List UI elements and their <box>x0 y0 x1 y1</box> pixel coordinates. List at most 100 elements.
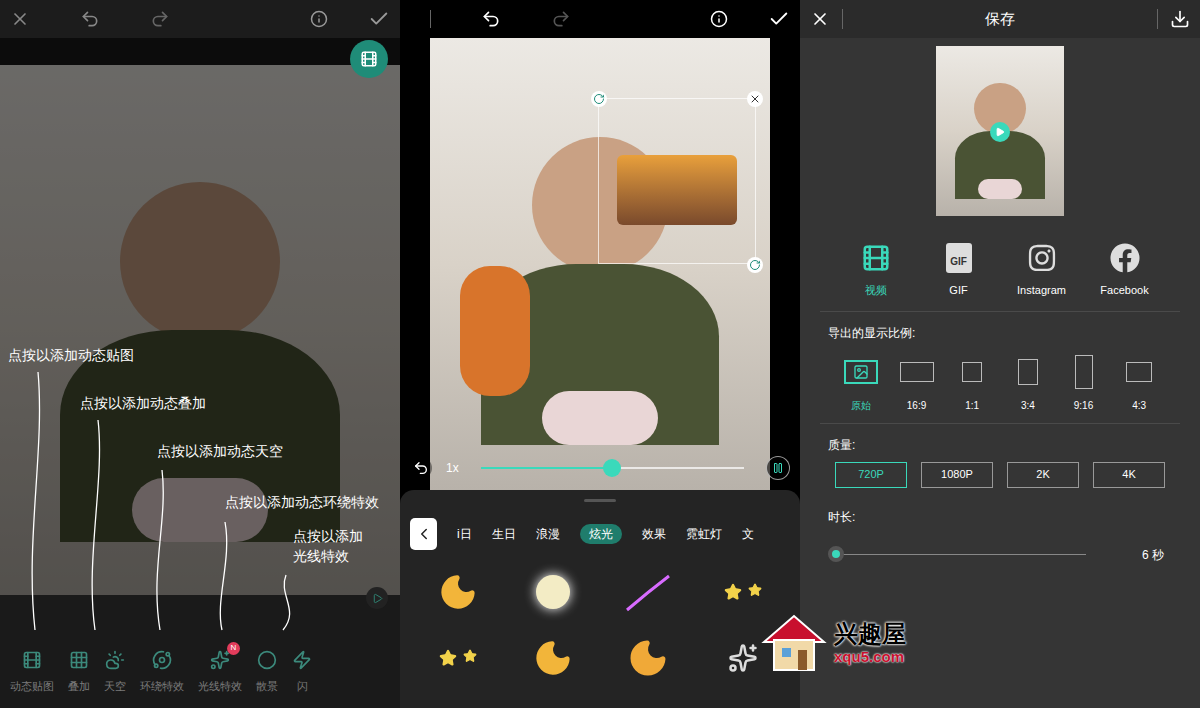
ratio-icon <box>962 362 982 382</box>
close-icon[interactable] <box>810 9 830 29</box>
sticker-item[interactable] <box>505 630 600 686</box>
sticker-item[interactable] <box>600 630 695 686</box>
ratio-option[interactable]: 3:4 <box>1000 354 1056 413</box>
hint-text: 点按以添加动态天空 <box>157 441 283 461</box>
tool-item[interactable]: 光线特效N <box>198 650 242 695</box>
ratio-icon <box>1075 355 1093 389</box>
ratio-option[interactable]: 1:1 <box>944 354 1000 413</box>
format-options: 视频GIFGIFInstagramFacebook <box>800 242 1200 299</box>
watermark: 兴趣屋xqu5.com <box>760 612 906 674</box>
image-icon <box>853 364 869 380</box>
play-icon <box>995 127 1005 137</box>
undo-icon[interactable] <box>481 9 501 29</box>
redo-icon[interactable] <box>150 9 170 29</box>
tool-icon <box>105 650 125 670</box>
edit-screen: 动态贴图叠加天空环绕特效光线特效N 散景闪 点按以添加动态贴图点按以添加动态叠加点按… <box>0 0 400 708</box>
format-option[interactable]: Facebook <box>1083 242 1166 299</box>
save-screen: 保存视频GIFGIFInstagramFacebook导出的显示比例:原始16:… <box>800 0 1200 708</box>
category-tab[interactable]: 霓虹灯 <box>686 525 722 543</box>
preview-button[interactable] <box>350 40 388 78</box>
title: 保存 <box>985 8 1015 31</box>
close-icon[interactable] <box>10 9 30 29</box>
tool-icon <box>292 650 312 670</box>
format-option[interactable]: Instagram <box>1000 242 1083 299</box>
category-tab[interactable]: 效果 <box>642 525 666 543</box>
sticker-item[interactable] <box>600 564 695 620</box>
tool-bar: 动态贴图叠加天空环绕特效光线特效N 散景闪 <box>0 595 400 708</box>
turkey-sticker[interactable] <box>460 266 530 396</box>
rewind-icon[interactable] <box>410 457 432 479</box>
category-tab[interactable]: 文 <box>742 525 754 543</box>
ratio-option[interactable]: 4:3 <box>1111 354 1167 413</box>
tool-icon <box>152 650 172 670</box>
sticker-item[interactable] <box>410 630 505 686</box>
category-tab[interactable]: 炫光 <box>580 524 622 544</box>
ratio-option[interactable]: 16:9 <box>889 354 945 413</box>
top-bar <box>0 0 400 38</box>
undo-icon[interactable] <box>80 9 100 29</box>
hint-text: 点按以添加动态叠加 <box>80 393 206 413</box>
gif-icon: GIF <box>946 243 972 273</box>
format-option[interactable]: 视频 <box>834 242 917 299</box>
star-icon <box>724 583 742 601</box>
hint-text: 点按以添加光线特效 <box>293 526 363 566</box>
video-icon <box>360 50 378 68</box>
sticker-item[interactable] <box>695 564 790 620</box>
quality-option[interactable]: 720P <box>835 462 907 488</box>
hint-text: 点按以添加动态环绕特效 <box>225 492 379 512</box>
tool-item[interactable]: 天空 <box>104 650 126 695</box>
quality-option[interactable]: 2K <box>1007 462 1079 488</box>
apply-icon[interactable] <box>768 8 790 30</box>
tool-item[interactable]: 闪 <box>292 650 312 695</box>
tool-item[interactable]: 叠加 <box>68 650 90 695</box>
pause-icon <box>772 462 784 474</box>
tool-item[interactable]: 散景 <box>256 650 278 695</box>
facebook-icon <box>1110 243 1140 273</box>
tool-icon <box>210 650 230 670</box>
sparkle-icon <box>728 643 758 673</box>
scale-icon[interactable] <box>747 257 763 273</box>
tool-icon <box>69 650 89 670</box>
header: 保存 <box>800 0 1200 38</box>
rotate-icon[interactable] <box>591 91 607 107</box>
sticker-item[interactable] <box>505 564 600 620</box>
tool-item[interactable]: 环绕特效 <box>140 650 184 695</box>
ratio-icon <box>1126 362 1152 382</box>
moon-icon <box>438 572 478 612</box>
download-icon[interactable] <box>1170 9 1190 29</box>
selected-sticker[interactable] <box>598 98 756 264</box>
ratio-icon <box>1018 359 1038 385</box>
tool-icon <box>22 650 42 670</box>
duration-value: 6 秒 <box>1142 546 1164 564</box>
category-tab[interactable]: 生日 <box>492 525 516 543</box>
tool-item[interactable]: 动态贴图 <box>10 650 54 695</box>
star-icon <box>748 583 762 597</box>
playback-slider[interactable] <box>481 467 744 469</box>
apply-icon[interactable] <box>368 8 390 30</box>
quality-option[interactable]: 4K <box>1093 462 1165 488</box>
ratio-option[interactable]: 9:16 <box>1056 354 1112 413</box>
ratio-option[interactable]: 原始 <box>833 354 889 413</box>
format-option[interactable]: GIFGIF <box>917 242 1000 299</box>
info-icon[interactable] <box>710 10 728 28</box>
duration-slider[interactable] <box>836 554 1086 555</box>
quality-option[interactable]: 1080P <box>921 462 993 488</box>
shooting-star-icon <box>623 572 673 612</box>
photo <box>0 65 400 595</box>
video-icon <box>861 243 891 273</box>
back-button[interactable] <box>410 518 437 550</box>
play-button[interactable] <box>366 587 388 609</box>
redo-icon[interactable] <box>551 9 571 29</box>
hint-text: 点按以添加动态贴图 <box>8 345 134 365</box>
instagram-icon <box>1027 243 1057 273</box>
sticker-item[interactable] <box>410 564 505 620</box>
moon-icon <box>627 637 669 679</box>
play-pause-button[interactable] <box>766 456 790 480</box>
category-tab[interactable]: 浪漫 <box>536 525 560 543</box>
info-icon[interactable] <box>310 10 328 28</box>
remove-icon[interactable] <box>747 91 763 107</box>
category-tab[interactable]: i日 <box>457 525 472 543</box>
preview-play-button[interactable] <box>990 122 1010 142</box>
category-tabs: i日 生日 浪漫 炫光 效果 霓虹灯 文 <box>400 518 800 550</box>
app: 动态贴图叠加天空环绕特效光线特效N 散景闪 点按以添加动态贴图点按以添加动态叠加点按… <box>0 0 1200 708</box>
